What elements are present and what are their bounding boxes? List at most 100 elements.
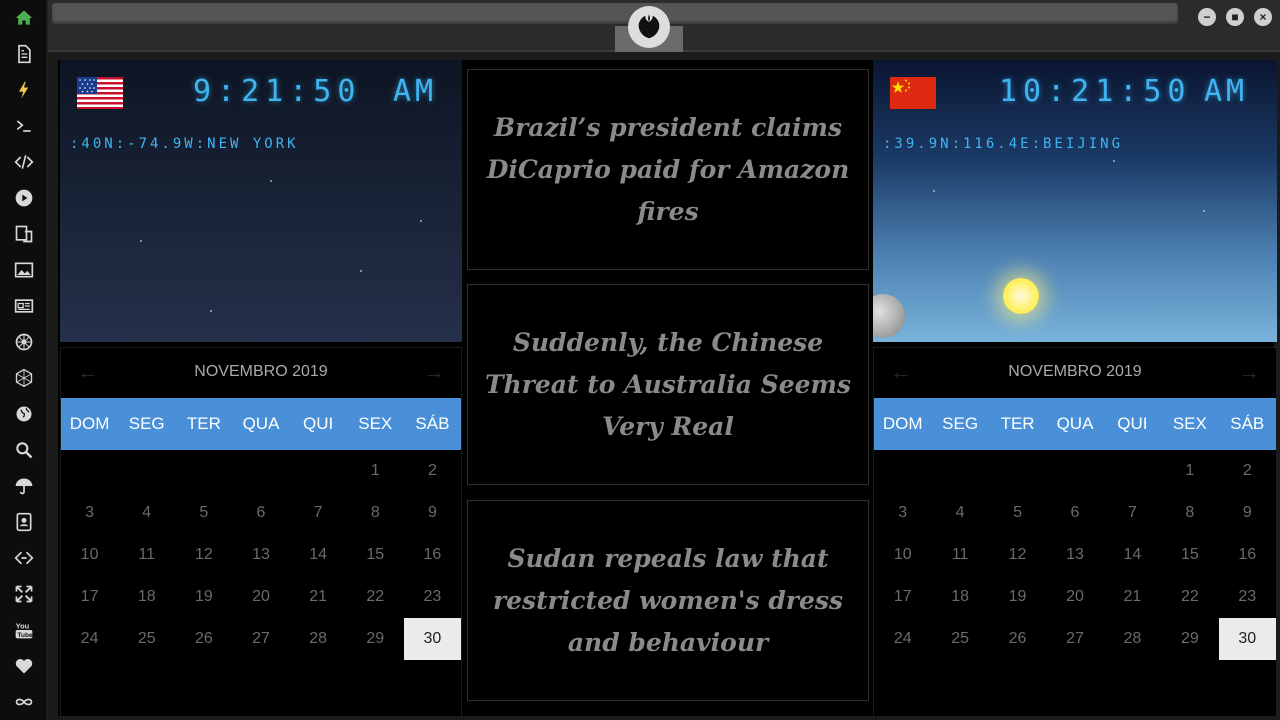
weekday-label: DOM <box>69 414 110 433</box>
calendar-day[interactable]: 9 <box>1219 492 1276 534</box>
calendar-day[interactable]: 8 <box>347 492 404 534</box>
image-icon[interactable] <box>8 256 40 284</box>
title-bar: − ■ × <box>48 0 1280 52</box>
calendar-day[interactable]: 18 <box>118 576 175 618</box>
calendar-day[interactable]: 2 <box>1219 450 1276 492</box>
calendar-day[interactable]: 26 <box>175 618 232 660</box>
play-icon[interactable] <box>8 184 40 212</box>
calendar-day[interactable]: 28 <box>1104 618 1161 660</box>
calendar-day[interactable]: 11 <box>931 534 988 576</box>
calendar-new-york: ← NOVEMBRO 2019 → DOM SEG TER QUA QUI SE… <box>60 347 462 717</box>
news-headline[interactable]: Sudan repeals law that restricted women'… <box>468 538 868 664</box>
calendar-day[interactable]: 21 <box>290 576 347 618</box>
calendar-day[interactable]: 3 <box>61 492 118 534</box>
calendar-day[interactable]: 19 <box>175 576 232 618</box>
calendar-day[interactable]: 29 <box>1161 618 1218 660</box>
calendar-day[interactable]: 12 <box>989 534 1046 576</box>
home-icon[interactable] <box>8 4 40 32</box>
calendar-day[interactable]: 10 <box>874 534 931 576</box>
calendar-day[interactable]: 27 <box>1046 618 1103 660</box>
code-icon[interactable] <box>8 148 40 176</box>
calendar-day[interactable]: 27 <box>232 618 289 660</box>
calendar-day[interactable]: 22 <box>347 576 404 618</box>
calendar-day[interactable]: 7 <box>1104 492 1161 534</box>
next-month-button[interactable]: → <box>1238 359 1260 385</box>
calendar-day[interactable]: 24 <box>61 618 118 660</box>
news-headline[interactable]: Brazil’s president claims DiCaprio paid … <box>468 107 868 233</box>
lightning-icon[interactable] <box>8 76 40 104</box>
calendar-day[interactable]: 1 <box>347 450 404 492</box>
address-bar[interactable] <box>52 3 1178 24</box>
calendar-day[interactable]: 18 <box>931 576 988 618</box>
umbrella-icon[interactable] <box>8 472 40 500</box>
document-icon[interactable] <box>8 40 40 68</box>
calendar-day[interactable]: 26 <box>989 618 1046 660</box>
calendar-day[interactable]: 2 <box>404 450 461 492</box>
calendar-day[interactable]: 14 <box>290 534 347 576</box>
calendar-day[interactable]: 23 <box>1219 576 1276 618</box>
search-icon[interactable] <box>8 436 40 464</box>
calendar-day[interactable]: 15 <box>1161 534 1218 576</box>
calendar-day[interactable]: 16 <box>1219 534 1276 576</box>
calendar-day[interactable]: 17 <box>61 576 118 618</box>
terminal-icon[interactable] <box>8 112 40 140</box>
weekday-label: SEG <box>942 414 979 433</box>
calendar-day[interactable]: 19 <box>989 576 1046 618</box>
empire-icon[interactable] <box>8 328 40 356</box>
news-card[interactable]: Suddenly, the Chinese Threat to Australi… <box>467 284 869 485</box>
calendar-day[interactable]: 8 <box>1161 492 1218 534</box>
calendar-day[interactable]: 5 <box>989 492 1046 534</box>
news-card[interactable]: Brazil’s president claims DiCaprio paid … <box>467 69 869 270</box>
expand-icon[interactable] <box>8 580 40 608</box>
weekday-row: DOM SEG TER QUA QUI SEX SÁB <box>874 398 1276 450</box>
translate-icon[interactable] <box>8 220 40 248</box>
calendar-day[interactable]: 23 <box>404 576 461 618</box>
calendar-day[interactable]: 10 <box>61 534 118 576</box>
calendar-day[interactable]: 1 <box>1161 450 1218 492</box>
globe-icon[interactable] <box>8 400 40 428</box>
calendar-day[interactable]: 22 <box>1161 576 1218 618</box>
calendar-day[interactable]: 13 <box>1046 534 1103 576</box>
calendar-day[interactable]: 12 <box>175 534 232 576</box>
calendar-day[interactable]: 6 <box>232 492 289 534</box>
calendar-day-today[interactable]: 30 <box>1218 618 1276 660</box>
calendar-day[interactable]: 16 <box>404 534 461 576</box>
infinity-icon[interactable] <box>8 688 40 716</box>
calendar-day[interactable]: 20 <box>1046 576 1103 618</box>
heart-icon[interactable] <box>8 652 40 680</box>
calendar-day[interactable]: 25 <box>931 618 988 660</box>
calendar-day[interactable]: 6 <box>1046 492 1103 534</box>
calendar-day[interactable]: 17 <box>874 576 931 618</box>
maximize-button[interactable]: ■ <box>1226 8 1244 26</box>
weekday-label: SEX <box>1172 414 1207 433</box>
calendar-day[interactable]: 24 <box>874 618 931 660</box>
network-icon[interactable] <box>8 544 40 572</box>
weekday-label: SEG <box>128 414 165 433</box>
news-headline[interactable]: Suddenly, the Chinese Threat to Australi… <box>468 322 868 448</box>
calendar-day[interactable]: 15 <box>347 534 404 576</box>
calendar-day[interactable]: 11 <box>118 534 175 576</box>
youtube-icon[interactable]: You Tube <box>8 616 40 644</box>
calendar-day-today[interactable]: 30 <box>403 618 461 660</box>
calendar-day[interactable]: 21 <box>1104 576 1161 618</box>
minimize-button[interactable]: − <box>1198 8 1216 26</box>
newspaper-icon[interactable] <box>8 292 40 320</box>
calendar-day[interactable]: 5 <box>175 492 232 534</box>
calendar-day[interactable]: 28 <box>290 618 347 660</box>
calendar-day[interactable]: 4 <box>118 492 175 534</box>
close-button[interactable]: × <box>1254 8 1272 26</box>
calendar-day[interactable]: 29 <box>347 618 404 660</box>
contacts-icon[interactable] <box>8 508 40 536</box>
calendar-day[interactable]: 13 <box>232 534 289 576</box>
news-card[interactable]: Sudan repeals law that restricted women'… <box>467 500 869 701</box>
calendar-day[interactable]: 9 <box>404 492 461 534</box>
calendar-beijing: ← NOVEMBRO 2019 → DOM SEG TER QUA QUI SE… <box>873 347 1277 717</box>
calendar-day[interactable]: 7 <box>290 492 347 534</box>
next-month-button[interactable]: → <box>423 359 445 385</box>
calendar-day[interactable]: 3 <box>874 492 931 534</box>
calendar-day[interactable]: 25 <box>118 618 175 660</box>
calendar-day[interactable]: 14 <box>1104 534 1161 576</box>
hexagon-icon[interactable] <box>8 364 40 392</box>
calendar-day[interactable]: 20 <box>232 576 289 618</box>
calendar-day[interactable]: 4 <box>931 492 988 534</box>
